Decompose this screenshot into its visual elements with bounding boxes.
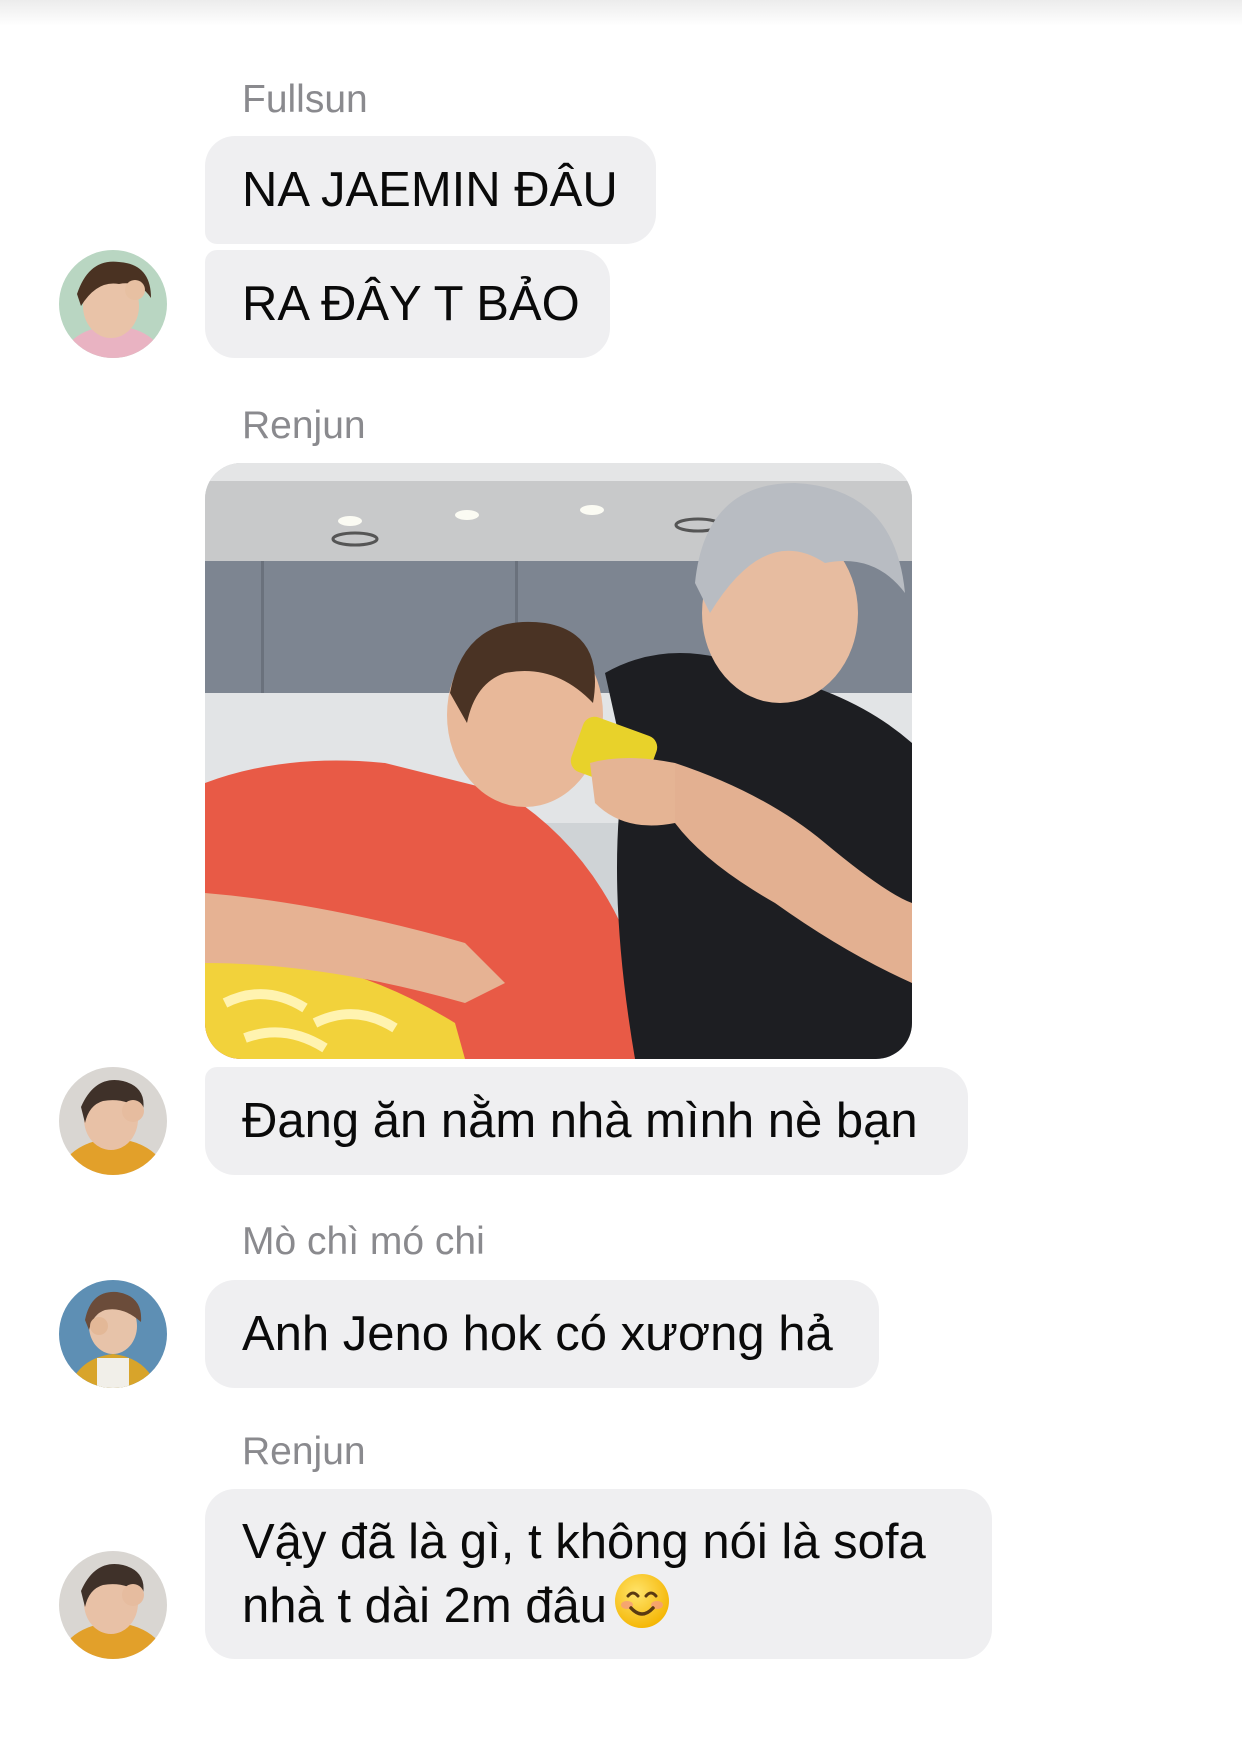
message-bubble[interactable]: Anh Jeno hok có xương hả [205,1280,879,1388]
sender-name-renjun: Renjun [242,404,366,447]
message-text: NA JAEMIN ĐÂU [242,163,618,217]
avatar[interactable] [59,250,167,358]
avatar-image-icon [59,1551,167,1659]
message-text: Anh Jeno hok có xương hả [242,1307,833,1361]
message-text-line: nhà t dài 2m đâu [242,1579,608,1633]
avatar[interactable] [59,1551,167,1659]
avatar[interactable] [59,1067,167,1175]
message-text: RA ĐÂY T BẢO [242,277,580,331]
shared-photo[interactable] [205,463,912,1059]
sender-name-fullsun: Fullsun [242,78,368,121]
message-bubble[interactable]: Vậy đã là gì, t không nói là sofa nhà t … [205,1489,992,1659]
shared-photo-image-icon [205,463,912,1059]
message-bubble[interactable]: NA JAEMIN ĐÂU [205,136,656,244]
message-text-line-with-emoji: nhà t dài 2m đâu [242,1572,926,1636]
message-text-block: Vậy đã là gì, t không nói là sofa nhà t … [242,1512,926,1636]
sender-name-mo-chi-mo-chi: Mò chì mó chi [242,1220,485,1263]
avatar[interactable] [59,1280,167,1388]
message-text-line: Vậy đã là gì, t không nói là sofa [242,1515,926,1569]
top-shade [0,0,1242,26]
sender-name-renjun: Renjun [242,1430,366,1473]
avatar-image-icon [59,250,167,358]
avatar-image-icon [59,1280,167,1388]
message-bubble[interactable]: RA ĐÂY T BẢO [205,250,610,358]
message-bubble[interactable]: Đang ăn nằm nhà mình nè bạn [205,1067,968,1175]
smiling-face-emoji-icon [615,1574,670,1628]
message-text: Đang ăn nằm nhà mình nè bạn [242,1094,918,1148]
avatar-image-icon [59,1067,167,1175]
